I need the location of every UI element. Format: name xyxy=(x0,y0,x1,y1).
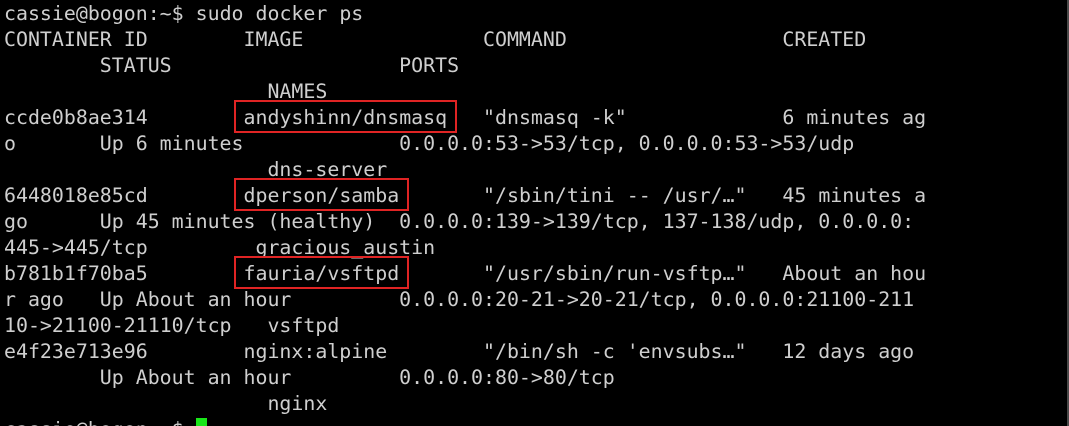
container-row: ccde0b8ae314 andyshinn/dnsmasq "dnsmasq … xyxy=(4,106,927,129)
text-cursor xyxy=(195,418,207,426)
container-row-continued: r ago Up About an hour 0.0.0.0:20-21->20… xyxy=(4,288,915,311)
shell-prompt: cassie@bogon:~$ xyxy=(4,418,184,426)
terminal-window[interactable]: cassie@bogon:~$ sudo docker ps CONTAINER… xyxy=(0,0,1069,426)
container-row-continued: 445->445/tcp gracious_austin xyxy=(4,236,436,259)
highlighted-image-name: dperson/samba xyxy=(243,184,400,207)
highlighted-image-name: andyshinn/dnsmasq xyxy=(243,106,448,129)
prompt-line: cassie@bogon:~$ sudo docker ps xyxy=(4,1,926,27)
container-row-continued: go Up 45 minutes (healthy) 0.0.0.0:139->… xyxy=(4,210,915,233)
highlighted-image-name: fauria/vsftpd xyxy=(243,262,400,285)
container-row-continued: nginx xyxy=(4,392,328,415)
header-line: CONTAINER ID IMAGE COMMAND CREATED xyxy=(4,28,867,51)
container-row: b781b1f70ba5 fauria/vsftpd "/usr/sbin/ru… xyxy=(4,262,927,285)
typed-command: sudo docker ps xyxy=(195,2,364,25)
header-line: STATUS PORTS xyxy=(4,54,460,77)
shell-prompt: cassie@bogon:~$ xyxy=(4,2,184,25)
container-row-continued: 10->21100-21110/tcp vsftpd xyxy=(4,314,340,337)
container-row: e4f23e713e96 nginx:alpine "/bin/sh -c 'e… xyxy=(4,340,915,363)
container-row-continued: Up About an hour 0.0.0.0:80->80/tcp xyxy=(4,366,615,389)
terminal-output: cassie@bogon:~$ sudo docker ps CONTAINER… xyxy=(4,1,926,426)
container-row-continued: o Up 6 minutes 0.0.0.0:53->53/tcp, 0.0.0… xyxy=(4,132,855,155)
container-row: 6448018e85cd dperson/samba "/sbin/tini -… xyxy=(4,184,927,207)
prompt-line[interactable]: cassie@bogon:~$ xyxy=(4,417,926,426)
container-row-continued: dns-server xyxy=(4,158,388,181)
header-line: NAMES xyxy=(4,80,328,103)
